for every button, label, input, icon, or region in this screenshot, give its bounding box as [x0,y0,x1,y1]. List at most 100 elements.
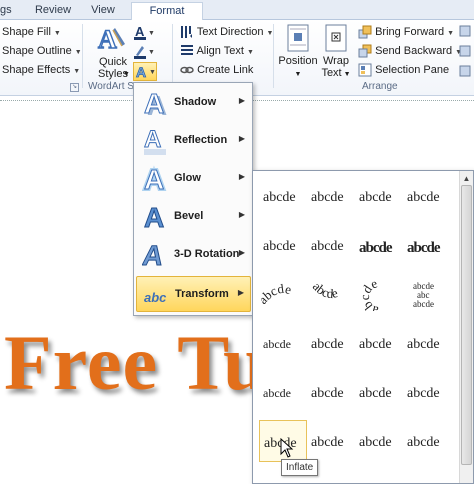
transform-option[interactable]: abcde [355,420,403,462]
text-effects-menu: AA Shadow ▶ A Reflection ▶ AA Glow ▶ A B… [133,82,253,316]
transform-preview-icon: abcde [407,240,442,256]
selection-pane-button[interactable]: Selection Pane [358,62,449,79]
scroll-up-icon[interactable]: ▲ [461,173,472,184]
transform-option[interactable]: abcde [403,175,451,217]
send-backward-button[interactable]: Send Backward ▼ [358,43,462,60]
svg-text:abcde: abcde [311,435,344,450]
svg-text:abcde: abcde [263,337,291,351]
text-effects-icon: A ▼ [136,64,156,81]
create-link-button[interactable]: Create Link [180,62,253,79]
menu-item-transform[interactable]: abc Transform ▶ [136,276,251,312]
svg-text:abcde: abcde [311,190,344,205]
transform-option[interactable]: abcde [355,273,403,315]
svg-text:abcde: abcde [359,386,392,401]
transform-preview-icon: abcde [359,435,392,450]
chevron-right-icon: ▶ [237,288,244,297]
transform-preview-icon: abcde [263,190,296,205]
transform-option[interactable]: abcde [403,371,451,413]
quick-styles-button[interactable]: A Quick Styles ▼ [95,24,131,80]
selection-pane-label: Selection Pane [375,64,450,76]
shape-outline-label: Shape Outline [2,45,72,57]
bring-forward-icon [358,25,372,39]
transform-option[interactable]: abcde [403,224,451,266]
transform-preview-icon: abcde [407,190,440,205]
wrap-text-line1: Wrap [322,55,350,67]
menu-item-reflection[interactable]: A Reflection ▶ [136,123,251,159]
transform-preview-icon: abcde [263,337,291,351]
gallery-scrollbar[interactable]: ▲ [459,171,473,483]
transform-option[interactable]: abcde [355,371,403,413]
wrap-text-button[interactable]: Wrap Text ▼ [320,24,352,80]
text-direction-label: Text Direction [196,26,264,38]
wordart-styles-group-label: WordArt S [88,81,134,92]
shape-effects-button[interactable]: Shape Effects ▼ [2,62,80,79]
transform-option[interactable]: abcde [259,371,307,413]
ribbon-tab-bar: gs Review View Format [0,0,474,21]
transform-preview-icon: abcde [311,337,344,352]
ribbon-separator [82,24,83,88]
align-text-button[interactable]: Align Text ▼ [180,43,254,60]
transform-option[interactable]: abcde [355,175,403,217]
chevron-right-icon: ▶ [238,210,245,219]
transform-option[interactable]: abcde [307,420,355,462]
transform-option[interactable]: abcde abc abcde [403,273,451,315]
align-group-partial[interactable] [458,24,474,80]
transform-option[interactable]: abcde [403,322,451,364]
shape-styles-launcher-icon[interactable]: ↘ [70,83,79,92]
transform-option[interactable]: abcde [355,224,403,266]
transform-preview-icon: abcde [311,190,344,205]
text-effects-button[interactable]: A ▼ [133,62,157,81]
send-backward-icon [358,44,372,58]
tab-review[interactable]: Review [30,2,76,20]
menu-item-glow[interactable]: AA Glow ▶ [136,161,251,197]
transform-preview-icon: abcde [407,337,440,352]
transform-preview-icon: abcde [263,386,291,400]
arrange-group-label: Arrange [362,81,398,92]
transform-option[interactable]: abcde [307,224,355,266]
transform-option[interactable]: abcde [307,322,355,364]
svg-text:A: A [135,24,145,39]
text-fill-button[interactable]: A ▼ [133,24,155,41]
bring-forward-button[interactable]: Bring Forward ▼ [358,24,454,41]
dropdown-arrow-icon: ▼ [246,49,254,56]
transform-option[interactable]: abcde [259,322,307,364]
transform-option[interactable]: abcde [259,224,307,266]
shape-fill-button[interactable]: Shape Fill ▼ [2,24,61,41]
ribbon-separator [172,24,173,88]
transform-option[interactable]: abcde [355,322,403,364]
menu-item-label: Glow [174,172,201,184]
text-outline-button[interactable]: ▼ [133,43,155,60]
menu-item-3d-rotation[interactable]: A 3-D Rotation ▶ [136,237,251,273]
transform-option[interactable]: abcde [259,273,307,315]
position-button[interactable]: Position ▼ [278,24,318,80]
transform-option[interactable]: abcde [403,420,451,462]
menu-item-bevel[interactable]: A Bevel ▶ [136,199,251,235]
transform-preview-icon: abcde [357,279,380,311]
svg-text:abcde: abcde [311,386,344,401]
tab-mailings[interactable]: gs [0,2,22,20]
tab-view[interactable]: View [80,2,126,20]
svg-text:abcde: abcde [359,190,392,205]
wrap-text-label: Wrap Text ▼ [320,55,352,81]
svg-text:A: A [144,202,164,232]
quick-styles-line1: Quick [98,56,128,68]
text-direction-button[interactable]: Text Direction ▼ [180,24,273,41]
svg-text:abcde: abcde [263,386,291,400]
transform-option[interactable]: abcde [307,175,355,217]
scrollbar-thumb[interactable] [461,185,472,465]
send-backward-label: Send Backward [375,45,453,57]
reflection-effect-icon: A [144,126,166,155]
glow-effect-icon: AA [142,164,166,194]
transform-option[interactable]: abcde [307,371,355,413]
chevron-right-icon: ▶ [238,96,245,105]
shape-outline-button[interactable]: Shape Outline ▼ [2,43,82,60]
dropdown-arrow-icon: ▼ [53,30,61,37]
transform-option[interactable]: abcde [259,175,307,217]
transform-preview-icon: abcde [263,239,296,254]
text-direction-icon [181,26,192,39]
tab-format[interactable]: Format [131,2,203,21]
transform-option[interactable]: abcde [307,273,355,315]
wordart-text[interactable]: Free Tut [4,318,294,408]
menu-item-label: Shadow [174,96,217,108]
menu-item-shadow[interactable]: AA Shadow ▶ [136,85,251,121]
